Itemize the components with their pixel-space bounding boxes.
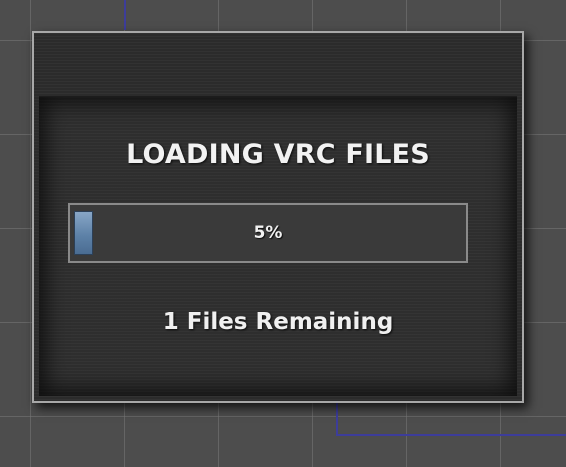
- connector-line: [124, 0, 126, 30]
- dialog-title: LOADING VRC FILES: [126, 139, 430, 170]
- files-remaining-text: 1 Files Remaining: [162, 309, 394, 335]
- loading-dialog: LOADING VRC FILES 5% 1 Files Remaining: [32, 31, 524, 403]
- connector-line: [336, 434, 566, 436]
- canvas-background: LOADING VRC FILES 5% 1 Files Remaining: [0, 0, 566, 467]
- progress-percent-label: 5%: [253, 223, 283, 243]
- connector-line: [336, 398, 338, 436]
- progress-bar: 5%: [68, 203, 468, 263]
